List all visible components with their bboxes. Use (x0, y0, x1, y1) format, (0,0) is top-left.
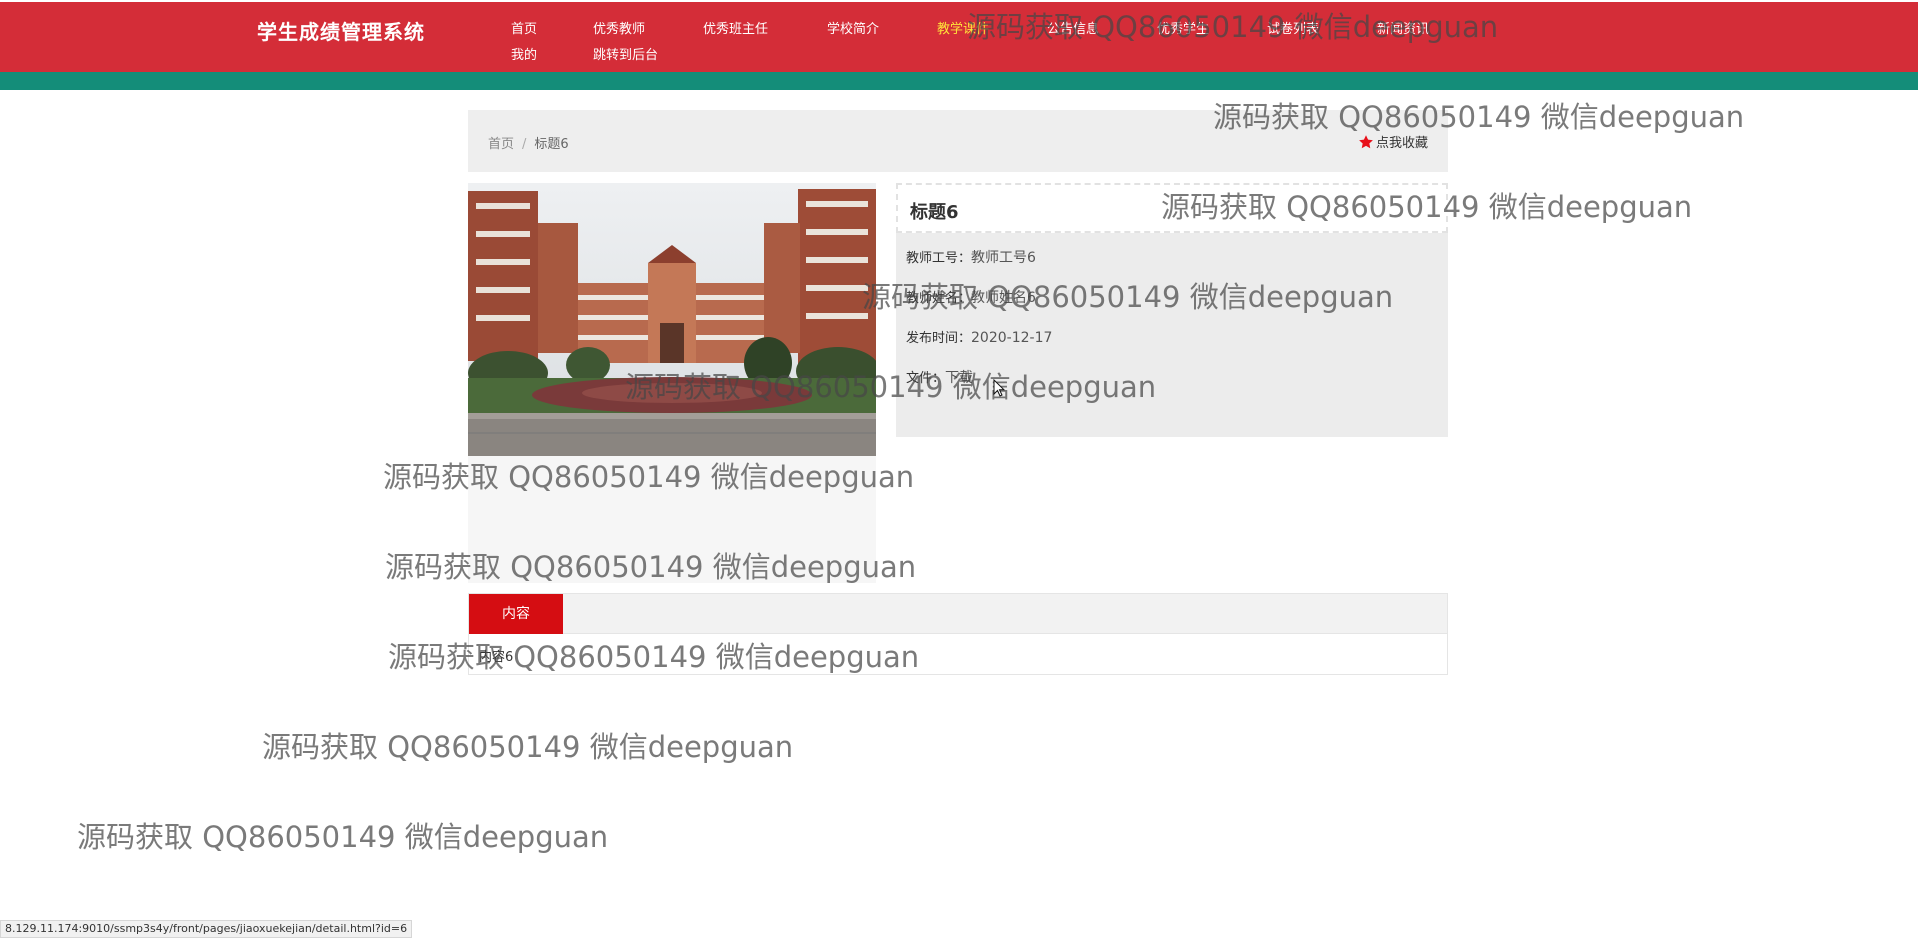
nav-mine[interactable]: 我的 (511, 44, 537, 63)
field-value: 教师姓名6 (971, 290, 1036, 306)
content-body: 内容6 (479, 650, 514, 665)
tab-content[interactable]: 内容 (469, 594, 563, 634)
field-value: 2020-12-17 (971, 330, 1053, 346)
field-label: 教师姓名： (906, 291, 972, 306)
mouse-cursor-icon (993, 379, 1005, 397)
field-teacher-name: 教师姓名：教师姓名6 (906, 287, 1036, 307)
field-publish-time: 发布时间：2020-12-17 (906, 327, 1052, 346)
header-stripe (0, 72, 1918, 90)
field-label: 教师工号： (906, 251, 972, 266)
breadcrumb-separator: / (522, 137, 527, 152)
nav-announcements[interactable]: 公告信息 (1047, 18, 1099, 37)
field-label: 发布时间： (906, 331, 972, 346)
nav-home[interactable]: 首页 (511, 18, 537, 37)
breadcrumb-bar: 首页 / 标题6 点我收藏 (468, 110, 1448, 172)
nav-news[interactable]: 新闻资讯 (1377, 18, 1429, 37)
nav-school-intro[interactable]: 学校简介 (827, 18, 879, 37)
favorite-label: 点我收藏 (1375, 136, 1428, 151)
field-file: 文件：下载 (906, 367, 973, 387)
detail-title-box: 标题6 (896, 183, 1448, 233)
star-icon (1359, 134, 1373, 148)
content-tab-box: 内容 内容6 (468, 593, 1448, 675)
cover-image (468, 183, 876, 456)
browser-status-bar: 8.129.11.174:9010/ssmp3s4y/front/pages/j… (0, 920, 413, 938)
school-building-image (468, 183, 876, 456)
field-value: 教师工号6 (971, 250, 1036, 266)
watermark: 源码获取 QQ86050149 微信deepguan (77, 820, 609, 854)
nav-exam-papers[interactable]: 试卷列表 (1267, 18, 1319, 37)
field-teacher-id: 教师工号：教师工号6 (906, 247, 1036, 267)
breadcrumb: 首页 / 标题6 (488, 133, 569, 152)
file-download-link[interactable]: 下载 (945, 370, 973, 386)
favorite-button[interactable]: 点我收藏 (1358, 132, 1428, 151)
top-navbar: 学生成绩管理系统 首页 优秀教师 优秀班主任 学校简介 教学课件 公告信息 优秀… (0, 2, 1918, 72)
detail-panel: 标题6 教师工号：教师工号6 教师姓名：教师姓名6 发布时间：2020-12-1… (896, 183, 1448, 437)
nav-excellent-head-teachers[interactable]: 优秀班主任 (703, 18, 768, 37)
field-label: 文件： (906, 371, 946, 386)
breadcrumb-current: 标题6 (534, 137, 569, 152)
tab-header: 内容 (469, 594, 1447, 634)
page: 学生成绩管理系统 首页 优秀教师 优秀班主任 学校简介 教学课件 公告信息 优秀… (0, 0, 1918, 942)
nav-teaching-courseware[interactable]: 教学课件 (937, 18, 989, 37)
site-logo[interactable]: 学生成绩管理系统 (257, 16, 425, 45)
watermark: 源码获取 QQ86050149 微信deepguan (262, 730, 794, 764)
detail-title: 标题6 (910, 202, 959, 223)
breadcrumb-home[interactable]: 首页 (488, 137, 514, 152)
nav-excellent-teachers[interactable]: 优秀教师 (593, 18, 645, 37)
nav-excellent-students[interactable]: 优秀学生 (1157, 18, 1209, 37)
nav-admin[interactable]: 跳转到后台 (593, 44, 658, 63)
